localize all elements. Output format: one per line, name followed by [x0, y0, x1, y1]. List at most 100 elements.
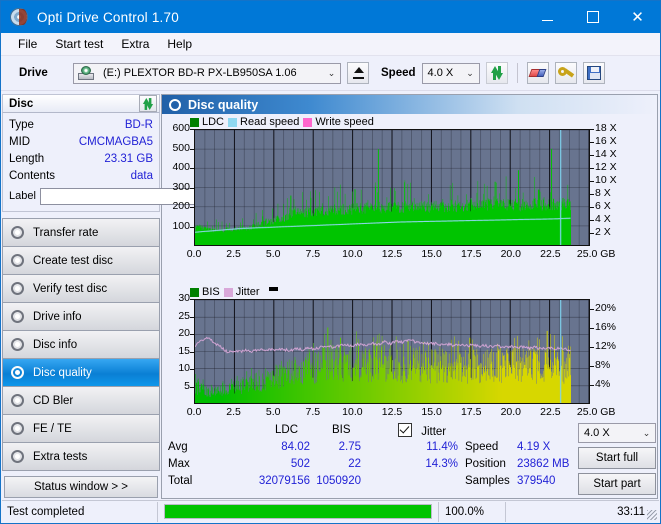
stats-avg-ldc: 84.02 — [281, 441, 310, 453]
y-axis-tick: 100 — [172, 219, 190, 232]
sidebar-item-transfer-rate[interactable]: Transfer rate — [3, 219, 159, 247]
x-axis-tick: 7.5 — [305, 248, 321, 260]
ldc-chart-legend: LDC Read speed Write speed — [190, 116, 374, 128]
menu-item-start-test[interactable]: Start test — [46, 35, 112, 53]
y2-axis-tickmark — [590, 233, 594, 234]
progress-fill — [165, 505, 431, 518]
stats-samples-label: Samples — [465, 475, 510, 487]
legend-marker — [268, 287, 278, 291]
sidebar-item-cd-bler[interactable]: CD Bler — [3, 387, 159, 415]
y-axis-tick: 20 — [178, 327, 190, 339]
disc-mid-value: CMCMAGBA5 — [78, 135, 153, 148]
status-window-button[interactable]: Status window > > — [4, 476, 158, 498]
sidebar-item-extra-tests[interactable]: Extra tests — [3, 443, 159, 471]
sidebar-item-label: Create test disc — [33, 254, 113, 267]
y2-axis-tick: 6 X — [595, 200, 611, 212]
menu-item-help[interactable]: Help — [158, 35, 201, 53]
sidebar: Disc Type BD-R MID CMCMAGBA5 Length 23.3… — [2, 94, 242, 500]
sidebar-item-create-test-disc[interactable]: Create test disc — [3, 247, 159, 275]
stats-position-label: Position — [465, 458, 506, 470]
legend-swatch — [190, 117, 199, 127]
main-header: Disc quality — [162, 95, 657, 114]
disc-row-mid: MID CMCMAGBA5 — [9, 133, 153, 150]
maximize-button[interactable] — [570, 1, 615, 33]
stats-col-bis: BIS — [332, 424, 351, 436]
y2-axis-tickmark — [590, 220, 594, 221]
close-icon[interactable]: ✕ — [615, 1, 660, 33]
speed-select[interactable]: 4.0 X ⌄ — [421, 62, 480, 84]
legend-label: BIS — [202, 286, 220, 298]
y2-axis-tickmark — [590, 365, 594, 367]
stats-max-bis: 22 — [348, 458, 361, 470]
menu-item-extra[interactable]: Extra — [112, 35, 158, 53]
resize-grip-icon[interactable] — [647, 510, 657, 520]
stats-position-value: 23862 MB — [517, 458, 570, 470]
x-axis-tick: 25.0 GB — [576, 248, 616, 260]
y-axis-tickmark — [190, 226, 194, 228]
sidebar-item-label: Verify test disc — [33, 282, 108, 295]
sidebar-item-disc-info[interactable]: Disc info — [3, 331, 159, 359]
bis-chart-legend: BIS Jitter — [190, 286, 278, 298]
sidebar-item-label: Transfer rate — [33, 226, 99, 239]
sidebar-item-drive-info[interactable]: Drive info — [3, 303, 159, 331]
start-full-button[interactable]: Start full — [578, 447, 656, 469]
ldc-chart: LDC Read speed Write speed 0.0 2.5 5.0 7.5 10.… — [162, 114, 657, 284]
settings-tool-button[interactable] — [554, 62, 577, 84]
erase-button[interactable] — [526, 62, 549, 84]
x-axis-tick: 2.5 — [226, 406, 241, 418]
y2-axis-tickmark — [590, 346, 594, 348]
y2-axis-tick: 8 X — [595, 187, 611, 199]
drive-select[interactable]: (E:) PLEXTOR BD-R PX-LB950SA 1.06 ⌄ — [73, 62, 341, 84]
stats-avg-bis: 2.75 — [338, 441, 361, 453]
x-axis-tick: 15.0 — [421, 248, 442, 260]
start-part-button[interactable]: Start part — [578, 473, 656, 495]
disc-icon — [11, 394, 24, 407]
status-bar: Test completed 100.0% 33:11 — [2, 500, 659, 522]
disc-refresh-button[interactable] — [139, 95, 157, 112]
drive-toolbar: Drive (E:) PLEXTOR BD-R PX-LB950SA 1.06 … — [1, 56, 660, 91]
disc-icon — [11, 366, 24, 379]
stats-total-bis: 1050920 — [316, 475, 361, 487]
y2-axis-tickmark — [590, 207, 594, 208]
disc-contents-label: Contents — [9, 169, 56, 182]
jitter-checkbox[interactable]: Jitter — [398, 423, 446, 438]
x-axis-tick: 5.0 — [265, 406, 281, 418]
y2-axis-tickmark — [590, 129, 594, 130]
nav-list: Transfer rate Create test disc Verify te… — [2, 218, 160, 471]
minimize-button[interactable] — [525, 1, 570, 33]
sidebar-item-disc-quality[interactable]: Disc quality — [3, 359, 159, 387]
y2-axis-tick: 10 X — [595, 174, 617, 186]
refresh-button[interactable] — [485, 62, 508, 84]
sidebar-item-label: FE / TE — [33, 422, 72, 435]
charts-area: LDC Read speed Write speed 0.0 2.5 5.0 7.5 10.… — [162, 114, 657, 422]
test-speed-select[interactable]: 4.0 X ⌄ — [578, 423, 656, 443]
legend-entry: BIS — [190, 286, 220, 298]
x-axis-tick: 15.0 — [421, 406, 442, 418]
legend-label: Read speed — [240, 116, 300, 128]
legend-swatch — [223, 287, 233, 297]
stats-samples-value: 379540 — [517, 475, 556, 487]
y2-axis-tick: 14 X — [595, 148, 617, 160]
menu-item-file[interactable]: File — [9, 35, 46, 53]
save-button[interactable] — [582, 62, 605, 84]
sidebar-item-fe-te[interactable]: FE / TE — [3, 415, 159, 443]
x-axis-tick: 0.0 — [186, 248, 202, 260]
eject-button[interactable] — [347, 62, 369, 84]
legend-label: Write speed — [315, 116, 374, 128]
sidebar-item-label: Drive info — [33, 310, 82, 323]
disc-icon — [11, 226, 24, 239]
y2-axis-tick: 12 X — [595, 161, 617, 173]
elapsed-time: 33:11 — [617, 505, 645, 518]
disc-panel-title: Disc — [9, 97, 34, 110]
stats-row-max: Max — [168, 458, 190, 470]
y2-axis-tickmark — [590, 168, 594, 169]
bis-jitter-chart: BIS Jitter 0.0 2.5 5.0 7.5 10.0 12.5 15.0 17.5 20… — [162, 284, 657, 439]
x-axis-tick: 25.0 GB — [576, 406, 616, 418]
sidebar-item-verify-test-disc[interactable]: Verify test disc — [3, 275, 159, 303]
app-disc-icon — [10, 8, 28, 26]
y2-axis-tick: 18 X — [595, 122, 617, 134]
x-axis-tick: 7.5 — [305, 406, 321, 418]
y-axis-tick: 400 — [172, 161, 190, 173]
y2-axis-tickmark — [590, 384, 594, 386]
y-axis-tickmark — [190, 129, 194, 130]
